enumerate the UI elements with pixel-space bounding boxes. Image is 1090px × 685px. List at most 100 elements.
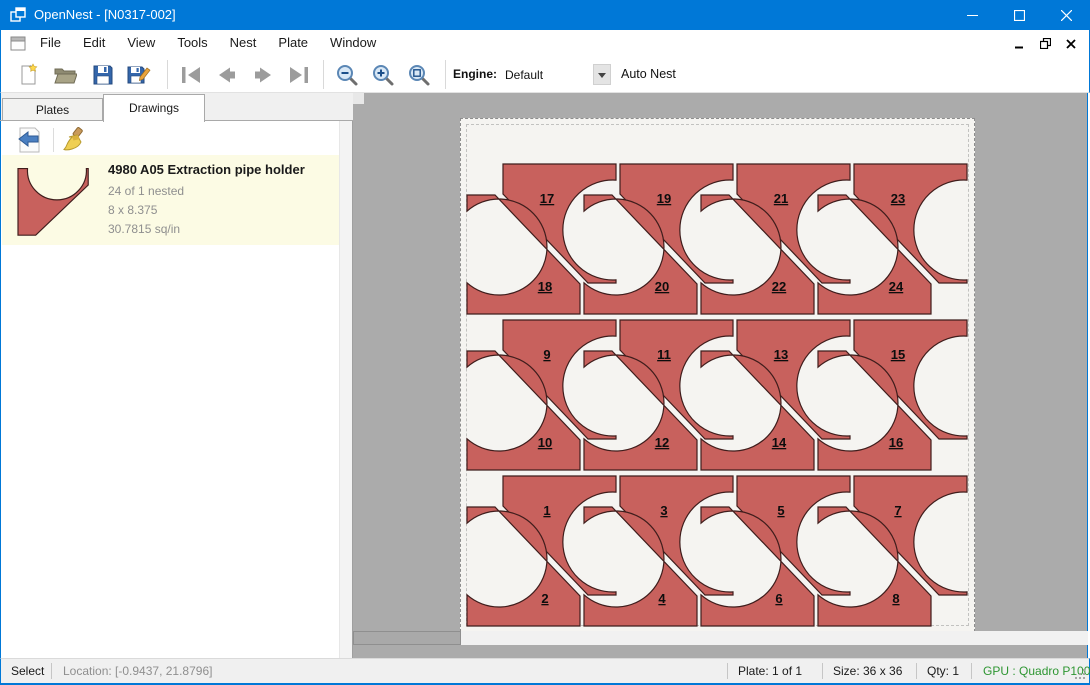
maximize-icon — [1014, 10, 1025, 21]
canvas-horizontal-scrollbar[interactable] — [353, 631, 1088, 645]
menu-items: File Edit View Tools Nest Plate Window — [29, 30, 387, 56]
part-label: 8 — [892, 591, 899, 606]
toolbar-separator — [445, 60, 446, 89]
part-label: 21 — [774, 191, 788, 206]
tab-plates[interactable]: Plates — [2, 98, 103, 121]
menu-window[interactable]: Window — [319, 30, 387, 56]
part-label: 7 — [894, 503, 901, 518]
status-bar: Select Location: [-0.9437, 21.8796] Plat… — [0, 658, 1090, 683]
engine-label: Engine: — [453, 56, 497, 93]
menu-view[interactable]: View — [116, 30, 166, 56]
part-label: 20 — [655, 279, 669, 294]
plate[interactable]: 171819202122232491011121314151612345678 — [460, 118, 975, 632]
part-label: 2 — [541, 591, 548, 606]
toolbar-separator — [167, 60, 168, 89]
app-icon — [10, 7, 26, 23]
part-label: 15 — [891, 347, 905, 362]
menu-nest[interactable]: Nest — [219, 30, 268, 56]
return-part-button[interactable] — [15, 127, 43, 153]
nest-svg[interactable]: 171819202122232491011121314151612345678 — [461, 119, 976, 633]
resize-grip-icon[interactable] — [1074, 668, 1086, 680]
menu-tools[interactable]: Tools — [166, 30, 218, 56]
part-label: 23 — [891, 191, 905, 206]
open-folder-icon — [53, 63, 77, 87]
drawing-nested-count: 24 of 1 nested — [108, 184, 184, 198]
menu-bar: File Edit View Tools Nest Plate Window — [0, 30, 1090, 56]
status-separator — [822, 663, 823, 679]
menu-plate[interactable]: Plate — [267, 30, 319, 56]
close-button[interactable] — [1043, 0, 1090, 30]
part-label: 17 — [540, 191, 554, 206]
drawings-panel: 4980 A05 Extraction pipe holder 24 of 1 … — [0, 121, 353, 658]
part-label: 10 — [538, 435, 552, 450]
menu-file[interactable]: File — [29, 30, 72, 56]
part-label: 13 — [774, 347, 788, 362]
clear-button[interactable] — [59, 127, 87, 153]
new-button[interactable] — [15, 61, 43, 89]
part-label: 22 — [772, 279, 786, 294]
mdi-document-icon[interactable] — [9, 34, 27, 52]
maximize-button[interactable] — [996, 0, 1043, 30]
broom-icon — [60, 127, 86, 153]
panel-vertical-scrollbar[interactable] — [339, 121, 352, 658]
tab-drawings[interactable]: Drawings — [103, 94, 205, 122]
previous-icon — [215, 64, 239, 86]
zoom-out-button[interactable] — [333, 61, 361, 89]
minimize-icon — [967, 10, 978, 21]
last-icon — [287, 64, 311, 86]
next-plate-button[interactable] — [249, 61, 277, 89]
part-label: 18 — [538, 279, 552, 294]
menu-edit[interactable]: Edit — [72, 30, 116, 56]
mdi-minimize-icon — [1014, 39, 1024, 49]
part-label: 1 — [543, 503, 550, 518]
zoom-out-icon — [335, 63, 359, 87]
status-plate: Plate: 1 of 1 — [738, 659, 802, 683]
mdi-restore-button[interactable] — [1035, 36, 1055, 51]
minimize-button[interactable] — [949, 0, 996, 30]
zoom-in-button[interactable] — [369, 61, 397, 89]
toolbar-separator — [323, 60, 324, 89]
save-icon — [91, 63, 115, 87]
title-bar[interactable]: OpenNest - [N0317-002] — [0, 0, 1090, 30]
save-button[interactable] — [89, 61, 117, 89]
status-separator — [971, 663, 972, 679]
status-location: Location: [-0.9437, 21.8796] — [63, 659, 212, 683]
mdi-close-button[interactable] — [1061, 36, 1081, 51]
engine-combobox[interactable]: Default — [499, 63, 611, 86]
part-label: 16 — [889, 435, 903, 450]
mdi-window-controls — [1009, 36, 1081, 51]
zoom-fit-button[interactable] — [405, 61, 433, 89]
part-label: 9 — [543, 347, 550, 362]
first-plate-button[interactable] — [177, 61, 205, 89]
window-title: OpenNest - [N0317-002] — [34, 0, 176, 30]
save-as-button[interactable] — [125, 61, 153, 89]
opennest-window: OpenNest - [N0317-002] File Edit View To… — [0, 0, 1090, 685]
last-plate-button[interactable] — [285, 61, 313, 89]
mdi-restore-icon — [1040, 38, 1051, 49]
zoom-in-icon — [371, 63, 395, 87]
canvas-corner — [353, 93, 364, 104]
part-label: 6 — [775, 591, 782, 606]
next-icon — [251, 64, 275, 86]
back-arrow-icon — [17, 127, 41, 153]
status-separator — [916, 663, 917, 679]
mdi-close-icon — [1066, 39, 1076, 49]
part-label: 12 — [655, 435, 669, 450]
status-mode: Select — [11, 659, 44, 683]
drawing-title: 4980 A05 Extraction pipe holder — [108, 162, 305, 177]
part-label: 14 — [772, 435, 787, 450]
part-thumbnail — [16, 163, 98, 239]
mdi-minimize-button[interactable] — [1009, 36, 1029, 51]
save-as-icon — [126, 63, 152, 87]
panel-toolbar-separator — [53, 128, 54, 152]
chevron-down-icon[interactable] — [593, 64, 611, 85]
horizontal-scrollbar-thumb[interactable] — [353, 631, 461, 645]
part-label: 5 — [777, 503, 784, 518]
auto-nest-button[interactable]: Auto Nest — [615, 56, 682, 93]
drawing-list-item[interactable]: 4980 A05 Extraction pipe holder 24 of 1 … — [2, 155, 339, 245]
status-qty: Qty: 1 — [927, 659, 959, 683]
previous-plate-button[interactable] — [213, 61, 241, 89]
drawing-dimensions: 8 x 8.375 — [108, 203, 157, 217]
status-separator — [727, 663, 728, 679]
open-button[interactable] — [51, 61, 79, 89]
